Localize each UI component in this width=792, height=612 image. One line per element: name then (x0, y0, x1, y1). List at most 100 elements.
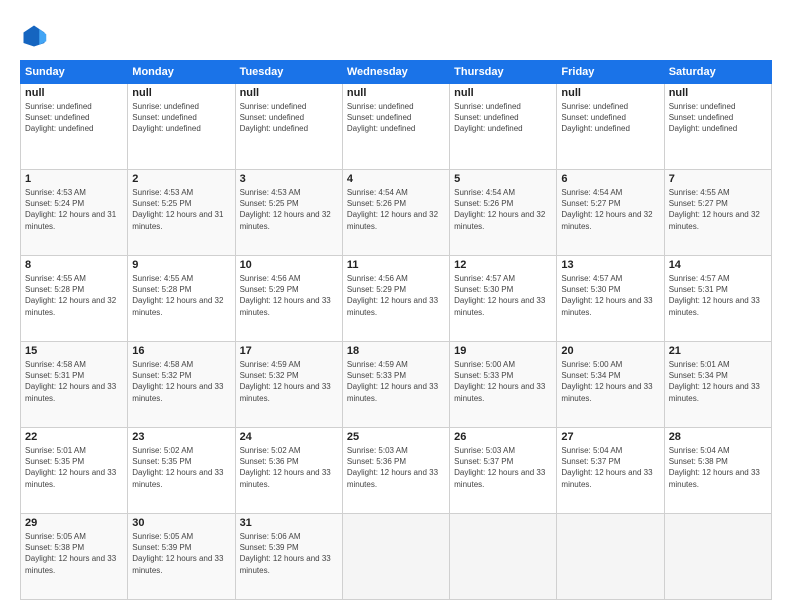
day-info: Sunrise: 5:01 AM Sunset: 5:34 PM Dayligh… (669, 359, 767, 404)
day-number: null (454, 87, 552, 99)
day-number: 21 (669, 345, 767, 357)
day-number: 5 (454, 173, 552, 185)
day-number: null (25, 87, 123, 99)
calendar-cell: 31 Sunrise: 5:06 AM Sunset: 5:39 PM Dayl… (235, 514, 342, 600)
calendar-cell: 29 Sunrise: 5:05 AM Sunset: 5:38 PM Dayl… (21, 514, 128, 600)
day-info: Sunrise: 5:04 AM Sunset: 5:37 PM Dayligh… (561, 445, 659, 490)
day-number: 26 (454, 431, 552, 443)
day-number: 9 (132, 259, 230, 271)
day-number: 8 (25, 259, 123, 271)
calendar-cell: 14 Sunrise: 4:57 AM Sunset: 5:31 PM Dayl… (664, 256, 771, 342)
calendar-cell (450, 514, 557, 600)
day-info: Sunrise: 4:58 AM Sunset: 5:32 PM Dayligh… (132, 359, 230, 404)
logo (20, 22, 52, 50)
calendar-cell: 26 Sunrise: 5:03 AM Sunset: 5:37 PM Dayl… (450, 428, 557, 514)
calendar-cell: 23 Sunrise: 5:02 AM Sunset: 5:35 PM Dayl… (128, 428, 235, 514)
day-info: Sunrise: 5:04 AM Sunset: 5:38 PM Dayligh… (669, 445, 767, 490)
col-header-friday: Friday (557, 61, 664, 84)
day-info: Sunrise: 4:56 AM Sunset: 5:29 PM Dayligh… (347, 273, 445, 318)
calendar-cell: 12 Sunrise: 4:57 AM Sunset: 5:30 PM Dayl… (450, 256, 557, 342)
calendar-week-3: 15 Sunrise: 4:58 AM Sunset: 5:31 PM Dayl… (21, 342, 772, 428)
calendar-cell: null Sunrise: undefined Sunset: undefine… (557, 84, 664, 170)
calendar-cell: 25 Sunrise: 5:03 AM Sunset: 5:36 PM Dayl… (342, 428, 449, 514)
calendar-cell: null Sunrise: undefined Sunset: undefine… (450, 84, 557, 170)
day-number: null (561, 87, 659, 99)
calendar-cell: null Sunrise: undefined Sunset: undefine… (342, 84, 449, 170)
col-header-wednesday: Wednesday (342, 61, 449, 84)
calendar-cell: 24 Sunrise: 5:02 AM Sunset: 5:36 PM Dayl… (235, 428, 342, 514)
calendar-cell: 27 Sunrise: 5:04 AM Sunset: 5:37 PM Dayl… (557, 428, 664, 514)
day-number: 4 (347, 173, 445, 185)
day-number: 25 (347, 431, 445, 443)
day-number: 12 (454, 259, 552, 271)
page: SundayMondayTuesdayWednesdayThursdayFrid… (0, 0, 792, 612)
day-info: Sunrise: 5:03 AM Sunset: 5:37 PM Dayligh… (454, 445, 552, 490)
day-number: 15 (25, 345, 123, 357)
day-number: null (669, 87, 767, 99)
calendar-cell: null Sunrise: undefined Sunset: undefine… (664, 84, 771, 170)
day-info: Sunrise: undefined Sunset: undefined Day… (347, 101, 445, 135)
calendar-cell: 28 Sunrise: 5:04 AM Sunset: 5:38 PM Dayl… (664, 428, 771, 514)
day-number: 29 (25, 517, 123, 529)
day-info: Sunrise: 5:05 AM Sunset: 5:38 PM Dayligh… (25, 531, 123, 576)
day-info: Sunrise: 5:06 AM Sunset: 5:39 PM Dayligh… (240, 531, 338, 576)
day-number: 30 (132, 517, 230, 529)
day-number: null (132, 87, 230, 99)
day-info: Sunrise: 4:54 AM Sunset: 5:26 PM Dayligh… (454, 187, 552, 232)
calendar-cell: 19 Sunrise: 5:00 AM Sunset: 5:33 PM Dayl… (450, 342, 557, 428)
day-info: Sunrise: undefined Sunset: undefined Day… (454, 101, 552, 135)
calendar-cell: 15 Sunrise: 4:58 AM Sunset: 5:31 PM Dayl… (21, 342, 128, 428)
day-info: Sunrise: undefined Sunset: undefined Day… (240, 101, 338, 135)
calendar-cell: 10 Sunrise: 4:56 AM Sunset: 5:29 PM Dayl… (235, 256, 342, 342)
day-info: Sunrise: undefined Sunset: undefined Day… (561, 101, 659, 135)
day-info: Sunrise: 4:54 AM Sunset: 5:27 PM Dayligh… (561, 187, 659, 232)
day-number: 27 (561, 431, 659, 443)
day-number: 18 (347, 345, 445, 357)
day-info: Sunrise: 5:01 AM Sunset: 5:35 PM Dayligh… (25, 445, 123, 490)
calendar-cell: 5 Sunrise: 4:54 AM Sunset: 5:26 PM Dayli… (450, 170, 557, 256)
col-header-sunday: Sunday (21, 61, 128, 84)
day-info: Sunrise: 4:53 AM Sunset: 5:25 PM Dayligh… (240, 187, 338, 232)
calendar-table: SundayMondayTuesdayWednesdayThursdayFrid… (20, 60, 772, 600)
calendar-cell: 13 Sunrise: 4:57 AM Sunset: 5:30 PM Dayl… (557, 256, 664, 342)
calendar-cell: 9 Sunrise: 4:55 AM Sunset: 5:28 PM Dayli… (128, 256, 235, 342)
day-info: Sunrise: 4:55 AM Sunset: 5:28 PM Dayligh… (25, 273, 123, 318)
calendar-cell (664, 514, 771, 600)
calendar-header-row: SundayMondayTuesdayWednesdayThursdayFrid… (21, 61, 772, 84)
calendar-cell: 3 Sunrise: 4:53 AM Sunset: 5:25 PM Dayli… (235, 170, 342, 256)
calendar-cell: 18 Sunrise: 4:59 AM Sunset: 5:33 PM Dayl… (342, 342, 449, 428)
day-info: Sunrise: undefined Sunset: undefined Day… (132, 101, 230, 135)
day-number: 20 (561, 345, 659, 357)
day-info: Sunrise: 4:58 AM Sunset: 5:31 PM Dayligh… (25, 359, 123, 404)
calendar-cell: 17 Sunrise: 4:59 AM Sunset: 5:32 PM Dayl… (235, 342, 342, 428)
calendar-cell: 22 Sunrise: 5:01 AM Sunset: 5:35 PM Dayl… (21, 428, 128, 514)
calendar-cell: 16 Sunrise: 4:58 AM Sunset: 5:32 PM Dayl… (128, 342, 235, 428)
day-number: 11 (347, 259, 445, 271)
day-info: Sunrise: 4:59 AM Sunset: 5:33 PM Dayligh… (347, 359, 445, 404)
day-info: Sunrise: undefined Sunset: undefined Day… (25, 101, 123, 135)
calendar-cell: 8 Sunrise: 4:55 AM Sunset: 5:28 PM Dayli… (21, 256, 128, 342)
calendar-week-0: null Sunrise: undefined Sunset: undefine… (21, 84, 772, 170)
logo-icon (20, 22, 48, 50)
day-number: 19 (454, 345, 552, 357)
day-info: Sunrise: 4:54 AM Sunset: 5:26 PM Dayligh… (347, 187, 445, 232)
calendar-cell: null Sunrise: undefined Sunset: undefine… (21, 84, 128, 170)
day-number: 31 (240, 517, 338, 529)
calendar-cell (342, 514, 449, 600)
day-info: Sunrise: 4:57 AM Sunset: 5:30 PM Dayligh… (454, 273, 552, 318)
calendar-week-2: 8 Sunrise: 4:55 AM Sunset: 5:28 PM Dayli… (21, 256, 772, 342)
day-info: Sunrise: 5:05 AM Sunset: 5:39 PM Dayligh… (132, 531, 230, 576)
day-number: 13 (561, 259, 659, 271)
day-number: 14 (669, 259, 767, 271)
day-info: Sunrise: 5:02 AM Sunset: 5:35 PM Dayligh… (132, 445, 230, 490)
day-number: 22 (25, 431, 123, 443)
calendar-cell: 30 Sunrise: 5:05 AM Sunset: 5:39 PM Dayl… (128, 514, 235, 600)
day-info: Sunrise: 4:55 AM Sunset: 5:28 PM Dayligh… (132, 273, 230, 318)
day-number: 17 (240, 345, 338, 357)
calendar-cell: null Sunrise: undefined Sunset: undefine… (235, 84, 342, 170)
col-header-monday: Monday (128, 61, 235, 84)
calendar-week-5: 29 Sunrise: 5:05 AM Sunset: 5:38 PM Dayl… (21, 514, 772, 600)
calendar-cell: null Sunrise: undefined Sunset: undefine… (128, 84, 235, 170)
calendar-cell: 20 Sunrise: 5:00 AM Sunset: 5:34 PM Dayl… (557, 342, 664, 428)
calendar-week-4: 22 Sunrise: 5:01 AM Sunset: 5:35 PM Dayl… (21, 428, 772, 514)
